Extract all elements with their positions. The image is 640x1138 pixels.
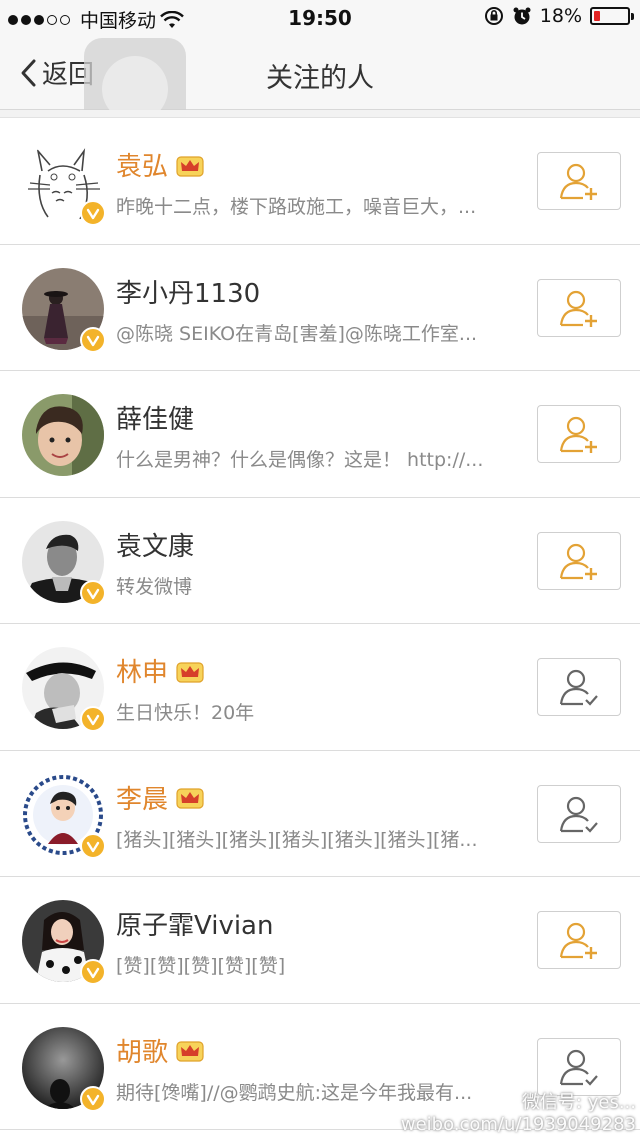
rotation-lock-icon [484, 7, 503, 25]
add-follow-icon [559, 290, 597, 327]
following-button[interactable] [537, 784, 621, 843]
following-check-icon [559, 669, 598, 706]
list-top-divider [0, 110, 640, 118]
user-latest-post: 转发微博 [116, 575, 193, 598]
vip-crown-icon [176, 155, 204, 177]
user-latest-post: 昨晚十二点，楼下路政施工，噪音巨大，... [116, 196, 477, 218]
following-check-icon [559, 1049, 598, 1086]
user-name[interactable]: 李晨 [116, 779, 168, 816]
following-button[interactable] [537, 1037, 621, 1096]
user-avatar[interactable] [22, 394, 104, 476]
battery-icon [590, 7, 634, 25]
user-name-row: 李小丹1130 [116, 273, 260, 310]
user-list-item[interactable]: 袁弘昨晚十二点，楼下路政施工，噪音巨大，... [0, 118, 640, 245]
user-list-item[interactable]: 李小丹1130 @陈晓 SEIKO在青岛[害羞]@陈晓工作室... [0, 244, 640, 371]
follow-button[interactable] [537, 405, 621, 463]
navigation-bar: 返回 关注的人 [0, 36, 640, 140]
following-list: 袁弘昨晚十二点，楼下路政施工，噪音巨大，... 李小丹1130 @陈晓 SEIKO在… [0, 118, 640, 1130]
user-latest-post: 生日快乐！20年 [116, 702, 255, 724]
following-check-icon [559, 796, 598, 833]
verified-badge-icon [80, 1085, 106, 1112]
watermark: 微信号: yes... weibo.com/u/1939049283 [401, 1092, 636, 1136]
user-name-row: 原子霏Vivian [116, 905, 273, 942]
status-bar: 中国移动 19:50 18% [0, 0, 640, 36]
watermark-line1: 微信号: yes... [521, 1092, 636, 1113]
user-name-row: 胡歌 [116, 1032, 204, 1069]
vip-crown-icon [176, 788, 204, 809]
user-list-item[interactable]: 原子霏Vivian [赞][赞][赞][赞][赞] [0, 877, 640, 1004]
add-follow-icon [559, 163, 597, 200]
following-button[interactable] [537, 658, 621, 716]
user-name-row: 林申 [116, 652, 204, 689]
follow-button[interactable] [537, 152, 621, 210]
battery-percent: 18% [539, 5, 582, 27]
follow-button[interactable] [537, 278, 621, 337]
user-list-item[interactable]: 李晨 [猪头][猪头][猪头][猪头][猪头][猪头][猪... [0, 750, 640, 877]
user-name-row: 袁弘 [116, 146, 204, 183]
add-follow-icon [559, 543, 597, 580]
watermark-line2: weibo.com/u/1939049283 [400, 1114, 636, 1135]
add-follow-icon [559, 416, 597, 453]
user-latest-post: @陈晓 SEIKO在青岛[害羞]@陈晓工作室... [116, 322, 478, 345]
user-name[interactable]: 袁弘 [116, 146, 168, 183]
vip-crown-icon [176, 1041, 204, 1062]
user-name-row: 李晨 [116, 779, 204, 816]
user-name[interactable]: 胡歌 [116, 1032, 168, 1069]
verified-badge-icon [80, 579, 106, 606]
verified-badge-icon [80, 200, 106, 226]
user-name[interactable]: 林申 [116, 652, 168, 689]
follow-button[interactable] [537, 911, 621, 969]
user-name[interactable]: 原子霏Vivian [116, 905, 273, 942]
user-name[interactable]: 薛佳健 [116, 399, 194, 436]
user-name[interactable]: 李小丹1130 [116, 273, 260, 310]
verified-badge-icon [80, 706, 106, 732]
user-name-row: 薛佳健 [116, 399, 194, 436]
add-follow-icon [559, 922, 597, 959]
user-latest-post: [猪头][猪头][猪头][猪头][猪头][猪头][猪... [116, 828, 478, 851]
follow-button[interactable] [537, 531, 621, 590]
user-list-item[interactable]: 林申生日快乐！20年 [0, 624, 640, 751]
status-right: 18% [484, 5, 634, 27]
user-latest-post: [赞][赞][赞][赞][赞] [116, 955, 286, 977]
user-list-item[interactable]: 袁文康 转发微博 [0, 497, 640, 624]
user-list-item[interactable]: 薛佳健什么是男神？什么是偶像？这是！ http://... [0, 371, 640, 498]
user-latest-post: 什么是男神？什么是偶像？这是！ http://... [116, 449, 484, 471]
verified-badge-icon [80, 326, 106, 353]
verified-badge-icon [80, 832, 106, 859]
alarm-icon [513, 7, 531, 25]
vip-crown-icon [176, 661, 204, 683]
user-name-row: 袁文康 [116, 526, 194, 563]
verified-badge-icon [80, 959, 106, 985]
user-name[interactable]: 袁文康 [116, 526, 194, 563]
